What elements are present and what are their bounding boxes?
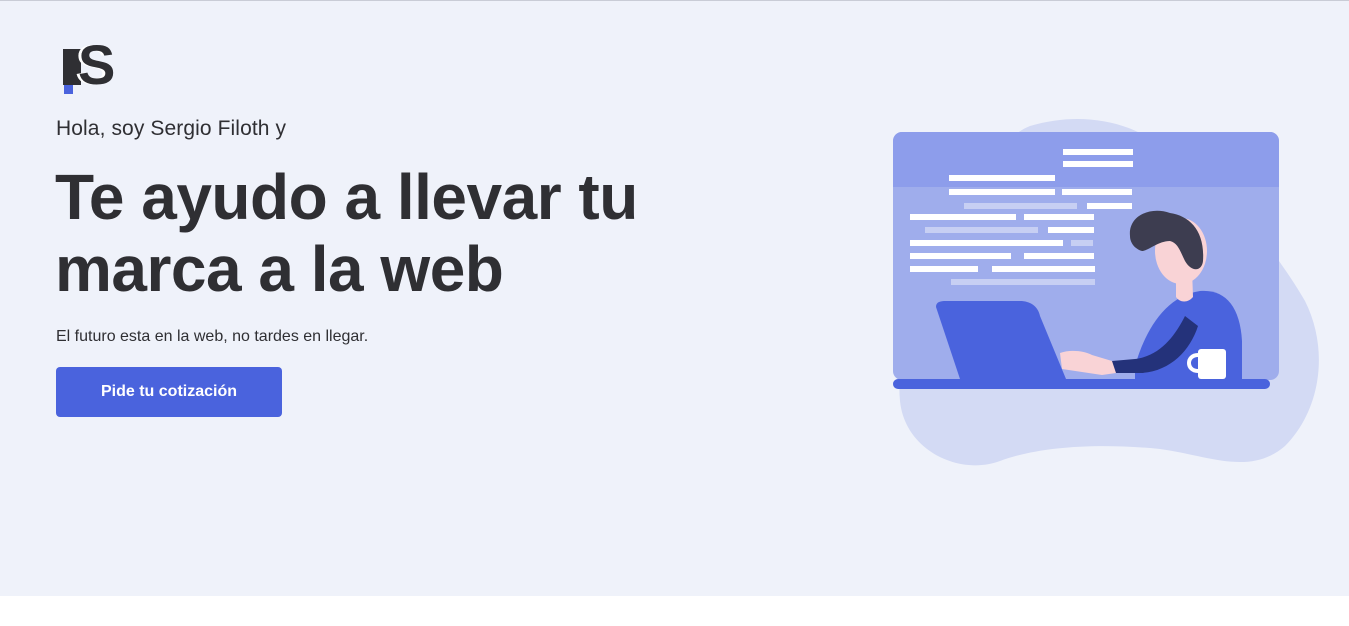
hero-greeting: Hola, soy Sergio Filoth y <box>56 117 287 140</box>
hero-tagline: El futuro esta en la web, no tardes en l… <box>56 328 369 345</box>
logo-letter: S <box>78 33 116 96</box>
logo-dot <box>64 85 73 94</box>
hero-section: S Hola, soy Sergio Filoth y Te ayudo a l… <box>0 1 1349 596</box>
developer-at-laptop-illustration <box>893 118 1319 466</box>
site-logo[interactable]: S <box>63 37 115 95</box>
desk <box>893 379 1270 389</box>
quote-request-button[interactable]: Pide tu cotización <box>56 367 282 417</box>
hero-headline: Te ayudo a llevar tu marca a la web <box>55 161 638 305</box>
